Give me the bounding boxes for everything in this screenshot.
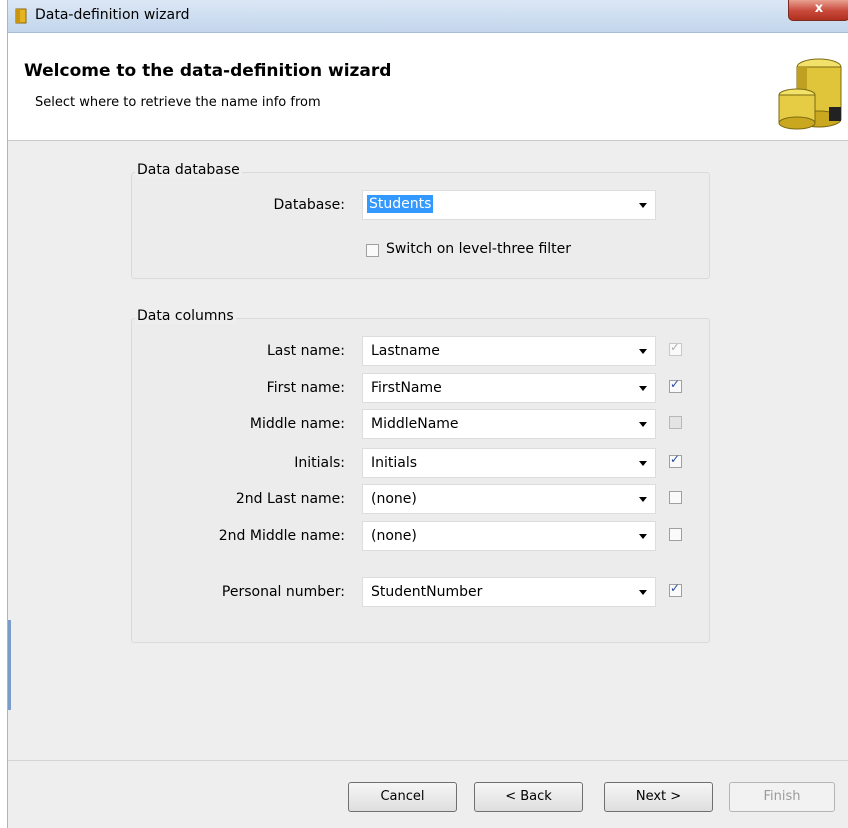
first-name-select[interactable]: FirstName xyxy=(362,373,656,403)
database-label: Database: xyxy=(273,197,345,213)
middle-name-select[interactable]: MiddleName xyxy=(362,409,656,439)
chevron-down-icon[interactable] xyxy=(639,422,647,427)
first-name-checkbox[interactable] xyxy=(669,377,682,393)
level-three-filter-checkbox[interactable] xyxy=(366,244,379,257)
level-three-filter-label[interactable]: Switch on level-three filter xyxy=(386,241,571,257)
last-name-value: Lastname xyxy=(371,343,440,359)
wizard-window: Data-definition wizard x Welcome to the … xyxy=(7,0,848,828)
middle-name-label: Middle name: xyxy=(249,416,345,432)
chevron-down-icon[interactable] xyxy=(639,590,647,595)
finish-button: Finish xyxy=(729,782,835,812)
initials-value: Initials xyxy=(371,455,418,471)
second-middle-name-value: (none) xyxy=(371,528,417,544)
chevron-down-icon[interactable] xyxy=(639,386,647,391)
second-last-name-value: (none) xyxy=(371,491,417,507)
page-title: Welcome to the data-definition wizard xyxy=(24,61,392,81)
page-subtitle: Select where to retrieve the name info f… xyxy=(35,95,321,110)
second-middle-name-checkbox[interactable] xyxy=(669,528,682,541)
initials-label: Initials: xyxy=(294,455,345,471)
close-icon: x xyxy=(814,1,824,16)
chevron-down-icon[interactable] xyxy=(639,203,647,208)
close-button[interactable]: x xyxy=(788,0,848,21)
window-edge-accent xyxy=(8,620,11,710)
initials-checkbox[interactable] xyxy=(669,452,682,468)
middle-name-checkbox[interactable] xyxy=(669,416,682,429)
data-columns-group-label: Data columns xyxy=(135,308,236,324)
database-coins-icon xyxy=(778,58,842,130)
last-name-label: Last name: xyxy=(266,343,345,359)
data-database-group-label: Data database xyxy=(135,162,242,178)
footer-divider xyxy=(8,760,848,761)
next-button[interactable]: Next > xyxy=(604,782,713,812)
last-name-select[interactable]: Lastname xyxy=(362,336,656,366)
wizard-header: Welcome to the data-definition wizard Se… xyxy=(8,33,848,141)
chevron-down-icon[interactable] xyxy=(639,461,647,466)
title-bar[interactable]: Data-definition wizard x xyxy=(8,0,848,33)
initials-select[interactable]: Initials xyxy=(362,448,656,478)
data-database-group xyxy=(131,172,710,279)
second-last-name-select[interactable]: (none) xyxy=(362,484,656,514)
personal-number-label: Personal number: xyxy=(221,584,345,600)
first-name-value: FirstName xyxy=(371,380,442,396)
personal-number-select[interactable]: StudentNumber xyxy=(362,577,656,607)
personal-number-value: StudentNumber xyxy=(371,584,483,600)
chevron-down-icon[interactable] xyxy=(639,497,647,502)
chevron-down-icon[interactable] xyxy=(639,534,647,539)
database-select-value: Students xyxy=(367,195,434,213)
first-name-label: First name: xyxy=(266,380,345,396)
window-title: Data-definition wizard xyxy=(35,7,190,23)
second-last-name-checkbox[interactable] xyxy=(669,491,682,504)
database-icon xyxy=(15,8,27,24)
database-select[interactable]: Students xyxy=(362,190,656,220)
last-name-checkbox xyxy=(669,340,682,356)
second-last-name-label: 2nd Last name: xyxy=(235,491,345,507)
middle-name-value: MiddleName xyxy=(371,416,459,432)
back-button[interactable]: < Back xyxy=(474,782,583,812)
personal-number-checkbox[interactable] xyxy=(669,581,682,597)
chevron-down-icon[interactable] xyxy=(639,349,647,354)
second-middle-name-select[interactable]: (none) xyxy=(362,521,656,551)
cancel-button[interactable]: Cancel xyxy=(348,782,457,812)
second-middle-name-label: 2nd Middle name: xyxy=(218,528,345,544)
